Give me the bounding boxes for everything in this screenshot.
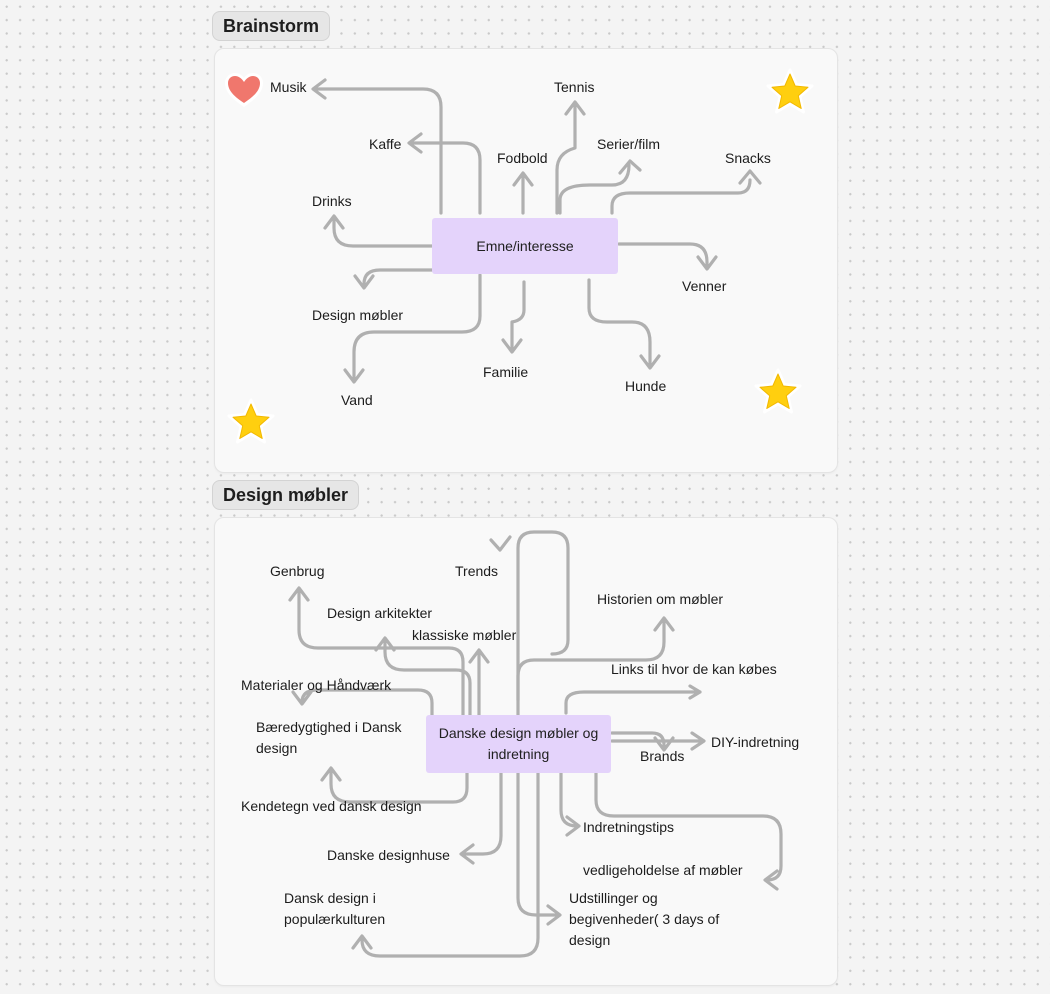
star-icon[interactable]: [766, 68, 814, 116]
topic-udstillinger[interactable]: Udstillinger og begivenheder( 3 days of …: [569, 888, 744, 951]
topic-dansk-design-populaerkultur[interactable]: Dansk design i populærkulturen: [284, 888, 409, 930]
topic-tennis[interactable]: Tennis: [554, 77, 594, 98]
topic-diy-indretning[interactable]: DIY-indretning: [711, 732, 799, 753]
topic-trends[interactable]: Trends: [455, 561, 498, 582]
topic-danske-designhuse[interactable]: Danske designhuse: [327, 845, 450, 866]
topic-materialer[interactable]: Materialer og Håndværk: [241, 675, 391, 696]
topic-kendetegn[interactable]: Kendetegn ved dansk design: [241, 796, 422, 817]
heart-icon[interactable]: [222, 70, 266, 110]
topic-familie[interactable]: Familie: [483, 362, 528, 383]
topic-hunde[interactable]: Hunde: [625, 376, 666, 397]
topic-fodbold[interactable]: Fodbold: [497, 148, 548, 169]
topic-kaffe[interactable]: Kaffe: [369, 134, 401, 155]
central-node-danske-design[interactable]: Danske design møbler og indretning: [426, 715, 611, 773]
topic-klassiske-mobler[interactable]: klassiske møbler: [412, 625, 516, 646]
topic-design-arkitekter[interactable]: Design arkitekter: [327, 603, 432, 624]
star-icon[interactable]: [227, 398, 275, 446]
section-title-design-mobler[interactable]: Design møbler: [212, 480, 360, 510]
topic-venner[interactable]: Venner: [682, 276, 726, 297]
topic-genbrug[interactable]: Genbrug: [270, 561, 324, 582]
topic-musik[interactable]: Musik: [270, 77, 307, 98]
topic-snacks[interactable]: Snacks: [725, 148, 771, 169]
topic-vand[interactable]: Vand: [341, 390, 373, 411]
section-title-brainstorm[interactable]: Brainstorm: [212, 11, 331, 41]
central-node-emne-interesse[interactable]: Emne/interesse: [432, 218, 618, 274]
topic-serier-film[interactable]: Serier/film: [597, 134, 660, 155]
topic-vedligeholdelse[interactable]: vedligeholdelse af møbler: [583, 860, 743, 881]
topic-indretningstips[interactable]: Indretningstips: [583, 817, 674, 838]
topic-drinks[interactable]: Drinks: [312, 191, 352, 212]
topic-design-mobler[interactable]: Design møbler: [312, 305, 403, 326]
star-icon[interactable]: [754, 368, 802, 416]
topic-baeredygtighed[interactable]: Bæredygtighed i Dansk design: [256, 717, 421, 759]
topic-links[interactable]: Links til hvor de kan købes: [611, 659, 777, 680]
topic-brands[interactable]: Brands: [640, 746, 684, 767]
topic-historien-om-mobler[interactable]: Historien om møbler: [597, 589, 723, 610]
